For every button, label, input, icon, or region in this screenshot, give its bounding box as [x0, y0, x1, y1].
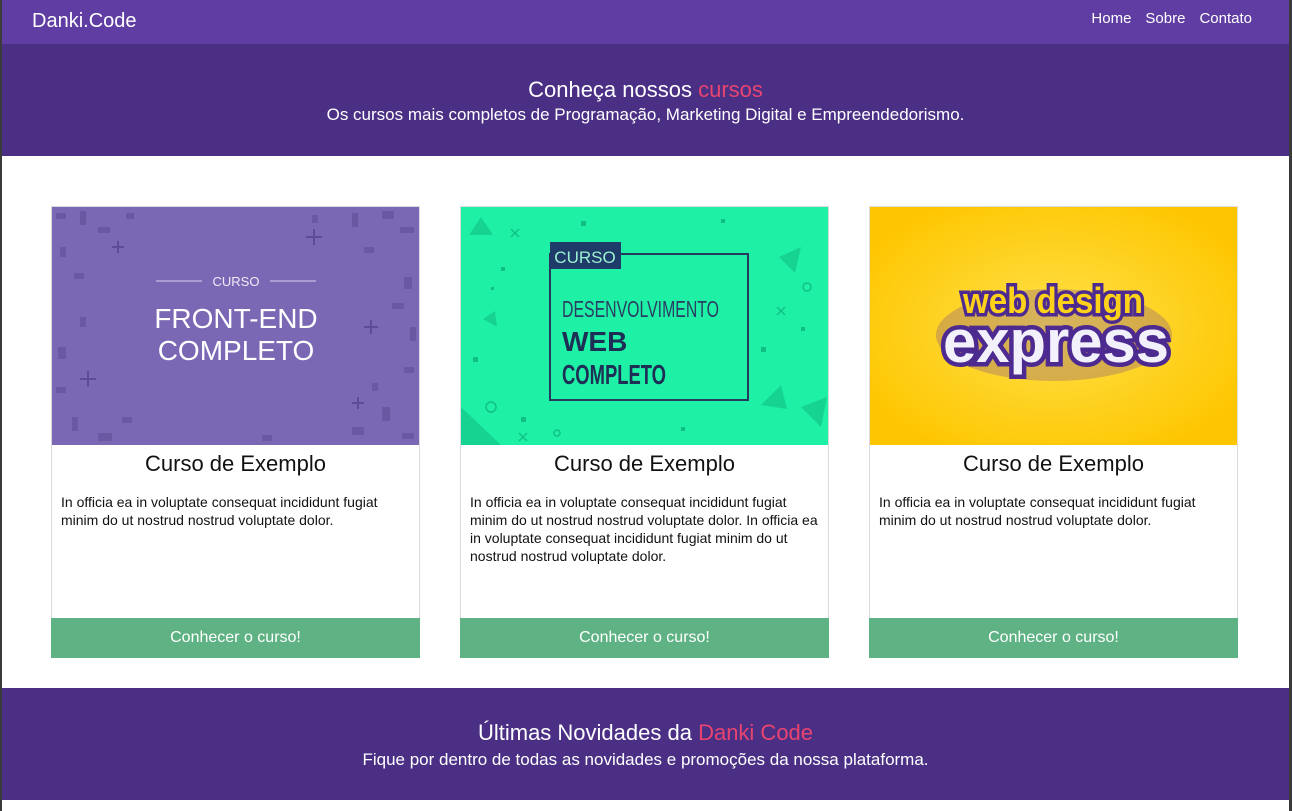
top-navbar: Danki.Code Home Sobre Contato	[2, 0, 1289, 44]
hero-title-prefix: Conheça nossos	[528, 77, 699, 102]
hero-title-accent: cursos	[698, 77, 763, 102]
nav-sobre-link[interactable]: Sobre	[1145, 10, 1185, 27]
course-cta-button[interactable]: Conhecer o curso!	[460, 618, 829, 658]
site-logo[interactable]: Danki.Code	[32, 10, 137, 33]
course-description: In officia ea in voluptate consequat inc…	[470, 494, 818, 564]
course-cta-button[interactable]: Conhecer o curso!	[51, 618, 420, 658]
news-title-accent: Danki Code	[698, 720, 814, 745]
course-card-webdesign: web design express Curso de Exemplo In o…	[869, 206, 1238, 658]
thumb-label-curso: CURSO	[554, 248, 615, 267]
course-description: In officia ea in voluptate consequat inc…	[879, 494, 1196, 528]
news-subtitle: Fique por dentro de todas as novidades e…	[362, 750, 929, 769]
course-card-frontend: CURSO FRONT-END COMPLETO Curso de Exempl…	[51, 206, 420, 658]
thumb-line-frontend: FRONT-END	[154, 303, 317, 334]
course-title: Curso de Exemplo	[963, 451, 1144, 476]
hero-subtitle: Os cursos mais completos de Programação,…	[326, 105, 965, 124]
thumb-line-express: express	[943, 308, 1169, 375]
course-card-web: CURSO DESENVOLVIMENTO WEB COMPLETO Curso…	[460, 206, 829, 658]
course-thumbnail-frontend: CURSO FRONT-END COMPLETO	[52, 207, 419, 445]
thumb-line-completo: COMPLETO	[562, 359, 666, 390]
course-title: Curso de Exemplo	[145, 451, 326, 476]
page: Danki.Code Home Sobre Contato Conheça no…	[2, 0, 1289, 811]
nav-contato-link[interactable]: Contato	[1199, 10, 1252, 27]
course-description: In officia ea in voluptate consequat inc…	[61, 494, 378, 528]
course-cta-button[interactable]: Conhecer o curso!	[869, 618, 1238, 658]
course-thumbnail-webdesign: web design express	[870, 207, 1237, 445]
hero-section: Conheça nossos cursos Os cursos mais com…	[2, 44, 1289, 156]
course-title: Curso de Exemplo	[554, 451, 735, 476]
nav-home-link[interactable]: Home	[1091, 10, 1131, 27]
course-thumbnail-web: CURSO DESENVOLVIMENTO WEB COMPLETO	[461, 207, 828, 445]
thumb-line-web: WEB	[562, 326, 627, 357]
hero-title: Conheça nossos cursos	[2, 77, 1289, 103]
news-section: Últimas Novidades da Danki Code Fique po…	[2, 688, 1289, 800]
news-title-prefix: Últimas Novidades da	[477, 720, 699, 745]
news-title: Últimas Novidades da Danki Code	[2, 720, 1289, 746]
thumb-line-completo: COMPLETO	[158, 335, 315, 366]
thumb-line-desenvolvimento: DESENVOLVIMENTO	[562, 296, 719, 322]
main-nav: Home Sobre Contato	[1091, 10, 1252, 27]
thumb-label-curso: CURSO	[213, 274, 260, 289]
